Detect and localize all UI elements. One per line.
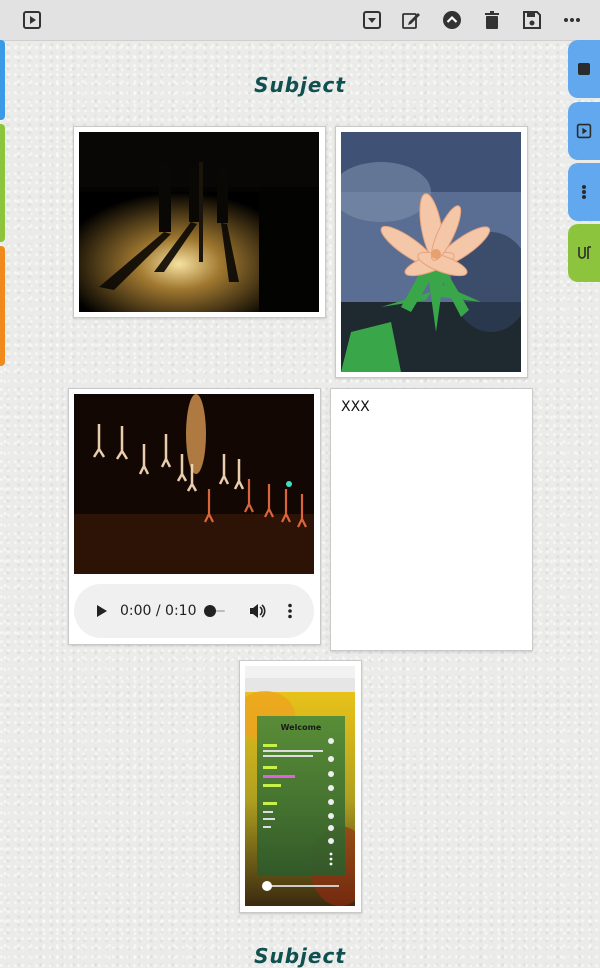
- left-tab-orange[interactable]: [0, 246, 5, 366]
- photo-card-flower[interactable]: [335, 126, 528, 378]
- thumbnail-welcome: Welcome: [280, 723, 322, 732]
- media-card-lights[interactable]: 0:00 / 0:10: [68, 388, 321, 645]
- next-subject-title: Subject: [254, 944, 346, 968]
- edit-icon[interactable]: [399, 8, 423, 32]
- right-tab-play[interactable]: [568, 102, 600, 160]
- more-vertical-icon[interactable]: [280, 601, 300, 621]
- more-horizontal-icon[interactable]: [560, 8, 584, 32]
- screenshot-card[interactable]: Welcome: [239, 660, 362, 913]
- audio-player: 0:00 / 0:10: [74, 584, 314, 638]
- note-card[interactable]: XXX: [330, 388, 533, 651]
- photo-silhouettes: [79, 132, 319, 312]
- chevron-up-circle-icon[interactable]: [440, 8, 464, 32]
- rotate-text-icon: [578, 246, 591, 259]
- play-box-icon[interactable]: [20, 8, 44, 32]
- page-title: Subject: [254, 73, 346, 97]
- photo-light-trails: [74, 394, 314, 574]
- play-box-icon: [576, 123, 592, 139]
- photo-card-silhouettes[interactable]: [73, 126, 326, 318]
- save-icon[interactable]: [520, 8, 544, 32]
- volume-icon[interactable]: [247, 601, 267, 621]
- right-tab-rotate[interactable]: [568, 224, 600, 282]
- screenshot-thumbnail: Welcome: [245, 666, 355, 906]
- more-vertical-icon: [582, 185, 586, 199]
- audio-time: 0:00 / 0:10: [120, 603, 197, 619]
- right-tab-more[interactable]: [568, 163, 600, 221]
- trash-icon[interactable]: [480, 8, 504, 32]
- dropdown-box-icon[interactable]: [360, 8, 384, 32]
- play-icon[interactable]: [92, 601, 112, 621]
- top-toolbar: [0, 0, 600, 41]
- audio-progress-slider[interactable]: [202, 601, 228, 621]
- left-tab-green[interactable]: [0, 124, 5, 242]
- photo-flower: [341, 132, 521, 372]
- note-text: XXX: [341, 399, 370, 415]
